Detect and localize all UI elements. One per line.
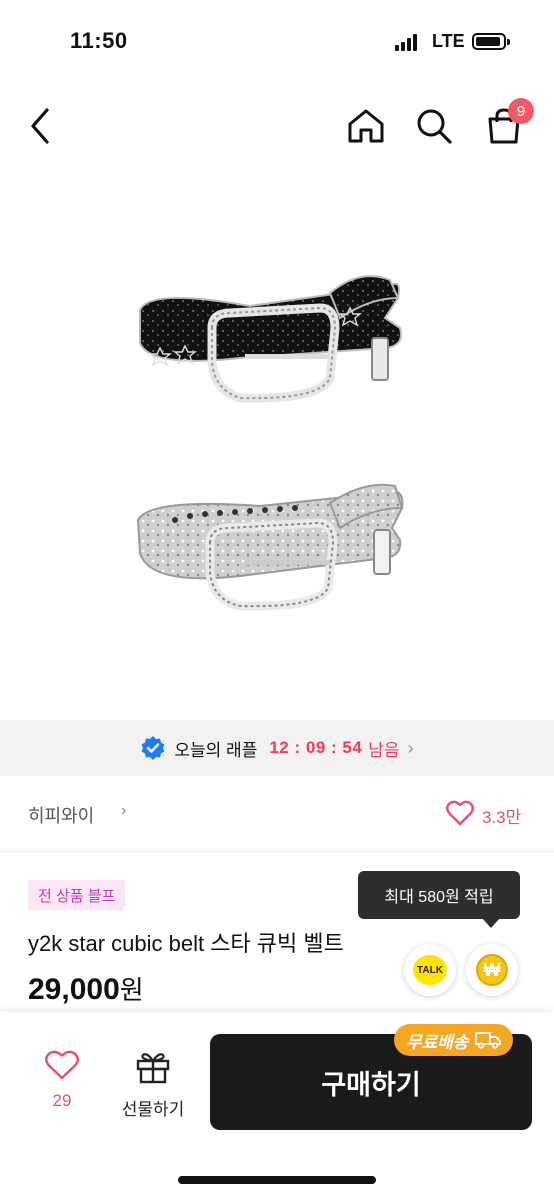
price-unit: 원: [119, 975, 144, 1005]
search-icon: [417, 109, 452, 144]
top-nav: 9: [0, 84, 554, 168]
won-coin-icon: ₩: [476, 954, 508, 986]
delivery-truck-icon: [474, 1032, 501, 1049]
search-button[interactable]: [412, 104, 456, 148]
chevron-right-icon: ›: [407, 737, 414, 758]
verified-badge-icon: [141, 736, 165, 760]
signal-icon: [395, 33, 421, 51]
gift-label: 선물하기: [121, 1100, 185, 1119]
home-icon: [348, 109, 384, 143]
brand-name-link[interactable]: 히피와이: [28, 802, 94, 828]
raffle-remaining-label: 남음: [368, 740, 400, 760]
kakao-talk-button[interactable]: TALK: [404, 944, 456, 996]
cart-count-badge: 9: [508, 98, 534, 124]
product-image[interactable]: [0, 168, 554, 720]
bottom-action-bar: 29 선물하기 구매하기 무료배송: [0, 1012, 554, 1200]
points-tooltip: 최대 580원 적립: [358, 871, 520, 919]
brand-row: 히피와이 › 3.3만: [0, 776, 554, 852]
status-time: 11:50: [70, 28, 128, 53]
kakao-talk-icon: TALK: [413, 955, 447, 985]
wishlist-count: 29: [52, 1091, 72, 1110]
home-button[interactable]: [344, 104, 388, 148]
points-button[interactable]: ₩: [466, 944, 518, 996]
battery-icon: [472, 33, 510, 50]
product-price: 29,000원: [28, 970, 144, 1007]
raffle-banner[interactable]: 오늘의 래플 12 : 09 : 54 남음 ›: [0, 720, 554, 776]
gift-icon: [136, 1053, 170, 1084]
kakao-talk-label: TALK: [417, 964, 443, 976]
free-shipping-label: 무료배송: [406, 1032, 469, 1052]
wishlist-button[interactable]: 29: [40, 1050, 84, 1111]
cart-button[interactable]: 9: [482, 98, 534, 148]
status-bar: 11:50 LTE: [0, 0, 554, 84]
promo-tag: 전 상품 블프: [28, 880, 126, 910]
brand-like-button[interactable]: [446, 800, 474, 826]
gift-button[interactable]: 선물하기: [114, 1050, 192, 1120]
brand-like-count: 3.3만: [482, 808, 522, 827]
network-label: LTE: [432, 31, 465, 51]
home-indicator: [178, 1176, 376, 1184]
product-title: y2k star cubic belt 스타 큐빅 벨트: [28, 931, 344, 956]
tooltip-arrow: [482, 918, 500, 928]
back-button[interactable]: [18, 104, 62, 148]
won-symbol: ₩: [483, 959, 501, 980]
belt-illustration: [136, 275, 404, 611]
heart-icon: [45, 1050, 79, 1080]
chevron-left-icon: [31, 108, 49, 144]
free-shipping-badge: 무료배송: [394, 1024, 513, 1056]
chevron-right-icon: ›: [121, 802, 127, 819]
raffle-label: 오늘의 래플: [174, 740, 258, 760]
raffle-timer: 12 : 09 : 54: [269, 738, 363, 757]
price-value: 29,000: [28, 973, 120, 1006]
buy-label: 구매하기: [321, 1069, 421, 1100]
